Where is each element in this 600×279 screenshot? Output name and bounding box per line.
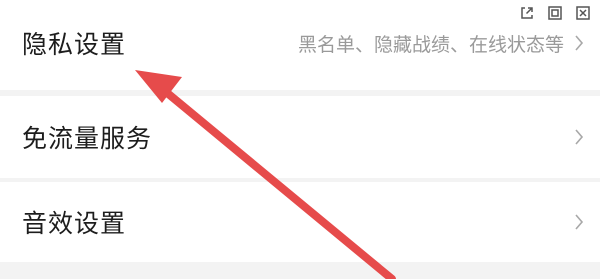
settings-row-privacy[interactable]: 隐私设置 黑名单、隐藏战绩、在线状态等 (0, 0, 600, 90)
chevron-right-icon (572, 127, 586, 147)
restore-icon[interactable] (546, 4, 564, 22)
window-controls (518, 4, 592, 22)
settings-row-label: 音效设置 (22, 209, 127, 238)
chevron-right-icon (572, 33, 586, 53)
settings-row-trailing (572, 212, 586, 232)
popout-icon[interactable] (518, 4, 536, 22)
settings-row-trailing (572, 127, 586, 147)
settings-row-trailing: 黑名单、隐藏战绩、在线状态等 (298, 30, 586, 57)
chevron-right-icon (572, 212, 586, 232)
settings-row-description: 黑名单、隐藏战绩、在线状态等 (297, 33, 564, 56)
settings-row-free-data[interactable]: 免流量服务 (0, 96, 600, 178)
settings-list: 隐私设置 黑名单、隐藏战绩、在线状态等 免流量服务 音效设置 (0, 0, 600, 279)
close-icon[interactable] (574, 4, 592, 22)
settings-row-label: 隐私设置 (22, 30, 127, 59)
settings-row-label: 免流量服务 (22, 124, 153, 153)
settings-row-sound-effects[interactable]: 音效设置 (0, 182, 600, 262)
